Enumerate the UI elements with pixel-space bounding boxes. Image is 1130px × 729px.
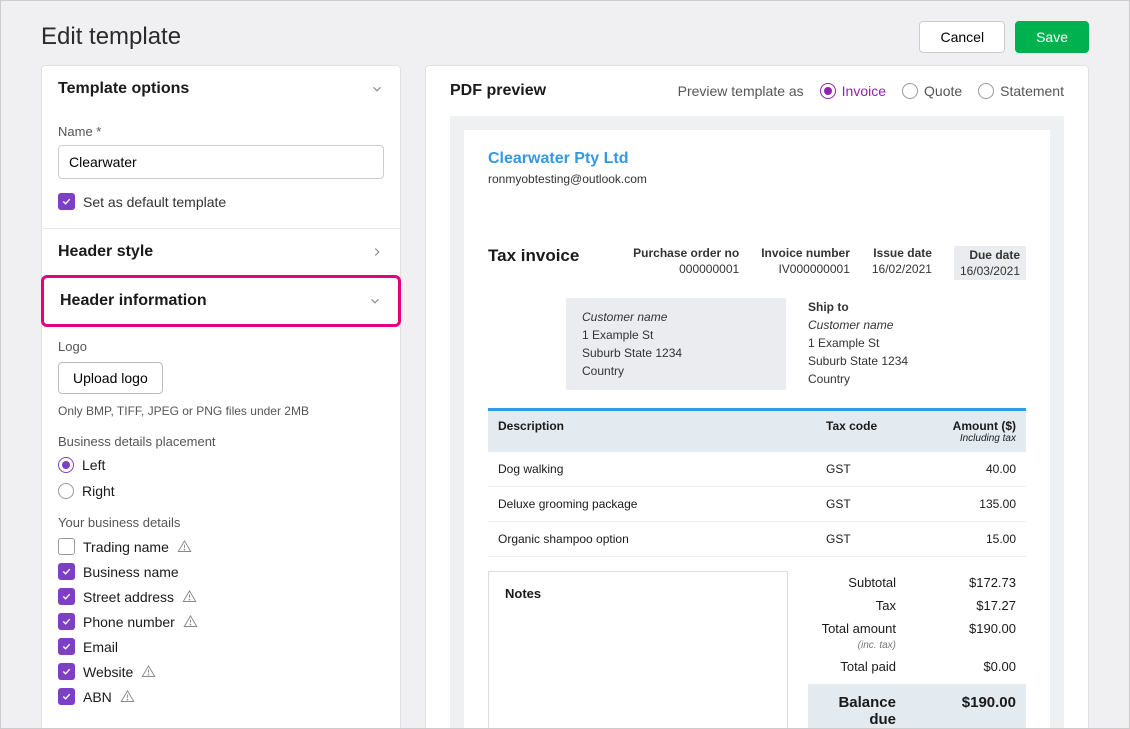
company-name: Clearwater Pty Ltd: [488, 150, 1026, 168]
placement-label: Business details placement: [58, 434, 384, 449]
table-row: Deluxe grooming packageGST135.00: [488, 487, 1026, 522]
company-email: ronmyobtesting@outlook.com: [488, 172, 1026, 186]
website-checkbox[interactable]: Website: [58, 663, 384, 680]
warning-icon: [177, 539, 192, 554]
checkbox-checked-icon: [58, 638, 75, 655]
chevron-right-icon: [370, 245, 384, 259]
checkbox-checked-icon: [58, 563, 75, 580]
section-label: Header information: [60, 292, 207, 310]
preview-as-invoice-radio[interactable]: Invoice: [820, 83, 886, 99]
invoice-number-label: Invoice number: [761, 246, 850, 260]
warning-icon: [183, 614, 198, 629]
warning-icon: [141, 664, 156, 679]
save-button[interactable]: Save: [1015, 21, 1089, 53]
cancel-button[interactable]: Cancel: [919, 21, 1005, 53]
issue-date-label: Issue date: [872, 246, 932, 260]
balance-due-label: Balance due: [818, 694, 926, 728]
radio-unchecked-icon: [58, 483, 74, 499]
preview-title: PDF preview: [450, 82, 546, 100]
email-checkbox[interactable]: Email: [58, 638, 384, 655]
preview-as-label: Preview template as: [678, 83, 804, 99]
chevron-down-icon: [368, 294, 382, 308]
section-template-options[interactable]: Template options: [42, 66, 400, 112]
checkbox-empty-icon: [58, 538, 75, 555]
placement-left-radio[interactable]: Left: [58, 457, 384, 473]
due-date-label: Due date: [960, 248, 1020, 262]
name-label: Name *: [58, 124, 384, 139]
checkbox-checked-icon: [58, 588, 75, 605]
po-value: 000000001: [633, 262, 739, 276]
section-header-style[interactable]: Header style: [42, 228, 400, 275]
radio-checked-icon: [820, 83, 836, 99]
bill-to-address: Customer name 1 Example St Suburb State …: [566, 298, 786, 390]
checkbox-checked-icon: [58, 613, 75, 630]
upload-logo-button[interactable]: Upload logo: [58, 362, 163, 394]
set-default-label: Set as default template: [83, 194, 226, 210]
street-address-checkbox[interactable]: Street address: [58, 588, 384, 605]
preview-pane: PDF preview Preview template as Invoice …: [425, 65, 1089, 729]
phone-number-checkbox[interactable]: Phone number: [58, 613, 384, 630]
section-header-info[interactable]: Header information: [44, 278, 398, 324]
checkbox-checked-icon: [58, 193, 75, 210]
radio-unchecked-icon: [902, 83, 918, 99]
preview-as-quote-radio[interactable]: Quote: [902, 83, 962, 99]
details-label: Your business details: [58, 515, 384, 530]
notes-box: Notes: [488, 571, 788, 729]
update-business-details-link[interactable]: Update your business details: [58, 725, 238, 729]
logo-label: Logo: [58, 339, 384, 354]
section-label: Template options: [58, 80, 189, 98]
upload-hint: Only BMP, TIFF, JPEG or PNG files under …: [58, 404, 384, 418]
radio-checked-icon: [58, 457, 74, 473]
table-header: Description Tax code Amount ($)Including…: [488, 408, 1026, 452]
warning-icon: [182, 589, 197, 604]
name-input[interactable]: [58, 145, 384, 179]
table-row: Dog walkingGST40.00: [488, 452, 1026, 487]
totals: Subtotal$172.73 Tax$17.27 Total amount (…: [808, 571, 1026, 729]
ship-to-address: Ship to Customer name 1 Example St Subur…: [804, 298, 1026, 390]
chevron-down-icon: [370, 82, 384, 96]
table-row: Organic shampoo optionGST15.00: [488, 522, 1026, 557]
sidebar: Template options Name * Set as default t…: [41, 65, 401, 729]
checkbox-checked-icon: [58, 688, 75, 705]
set-default-row[interactable]: Set as default template: [58, 193, 384, 210]
placement-right-radio[interactable]: Right: [58, 483, 384, 499]
invoice-number-value: IV000000001: [761, 262, 850, 276]
balance-due-value: $190.00: [926, 694, 1016, 728]
po-label: Purchase order no: [633, 246, 739, 260]
radio-unchecked-icon: [978, 83, 994, 99]
due-date-value: 16/03/2021: [960, 264, 1020, 278]
business-name-checkbox[interactable]: Business name: [58, 563, 384, 580]
preview-as-statement-radio[interactable]: Statement: [978, 83, 1064, 99]
page-title: Edit template: [41, 23, 181, 51]
issue-date-value: 16/02/2021: [872, 262, 932, 276]
abn-checkbox[interactable]: ABN: [58, 688, 384, 705]
checkbox-checked-icon: [58, 663, 75, 680]
trading-name-checkbox[interactable]: Trading name: [58, 538, 384, 555]
section-label: Header style: [58, 243, 153, 261]
invoice-title: Tax invoice: [488, 246, 579, 266]
warning-icon: [120, 689, 135, 704]
